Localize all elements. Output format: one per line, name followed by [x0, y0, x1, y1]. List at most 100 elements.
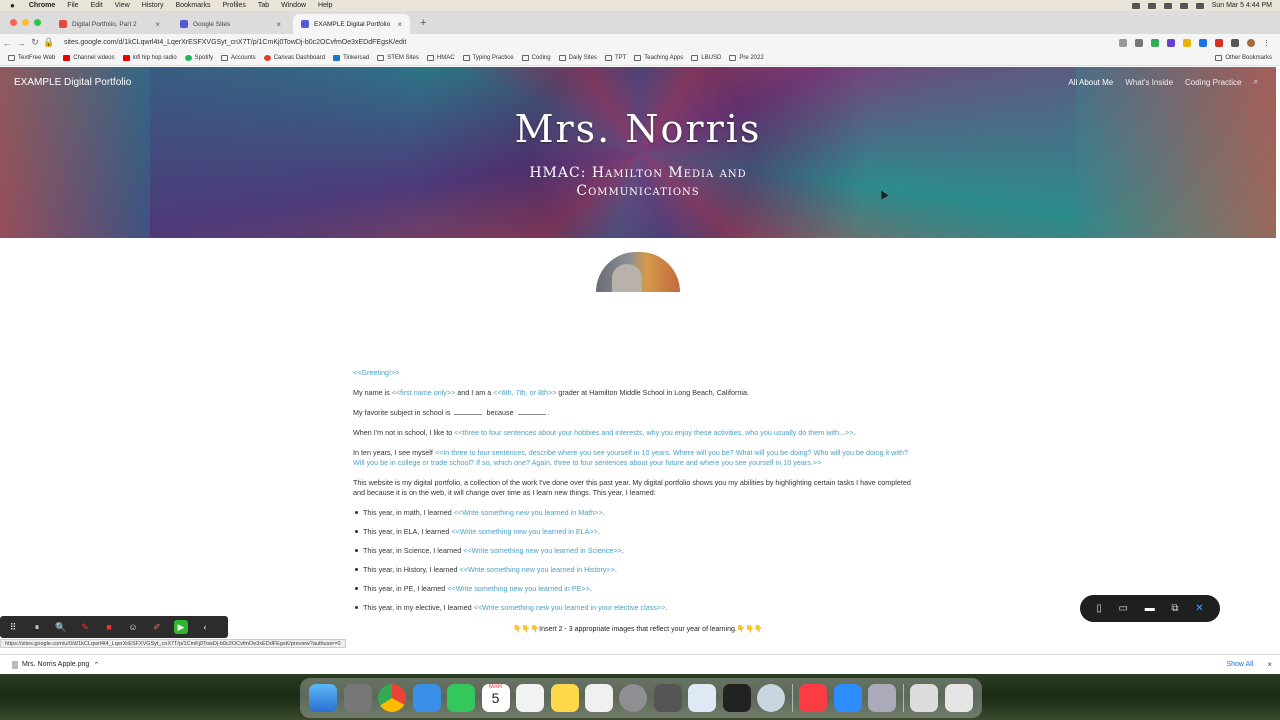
page-title[interactable]: Mrs. Norris [0, 107, 1276, 151]
share-icon[interactable] [1119, 38, 1127, 47]
menu-edit[interactable]: Edit [91, 2, 103, 9]
about-me-text-block[interactable]: <<Greeting!>> My name is <<first name on… [353, 368, 913, 622]
screenshot-icon[interactable] [757, 684, 786, 712]
bookmark-item[interactable]: Accounts [221, 55, 256, 61]
page-subtitle[interactable]: HMAC: Hamilton Media and Communications [0, 164, 1276, 200]
extension-icon[interactable] [1215, 38, 1223, 47]
chrome-icon[interactable] [378, 684, 407, 712]
battery-icon[interactable] [1131, 2, 1140, 9]
downloads-stack-icon[interactable] [910, 684, 939, 712]
stop-icon[interactable]: ■ [102, 620, 116, 634]
chevron-up-icon[interactable]: ⌃ [93, 661, 99, 669]
phone-view-icon[interactable]: ▯ [1096, 603, 1102, 614]
zoom-window-button[interactable] [34, 19, 41, 26]
calculator-icon[interactable] [653, 684, 682, 712]
profile-image[interactable] [596, 252, 680, 292]
screencastify-icon[interactable] [722, 684, 751, 712]
bookmark-folder[interactable]: HMAC [426, 55, 455, 61]
bookmark-item[interactable]: lofi hip hop radio [122, 55, 177, 61]
other-bookmarks-folder[interactable]: Other Bookmarks [1215, 55, 1272, 61]
desktop-view-icon[interactable]: ▬ [1145, 603, 1155, 614]
bookmark-folder[interactable]: STEM Sites [377, 55, 419, 61]
apple-icon[interactable]: ● [10, 1, 15, 10]
tab-digital-portfolio-part-2[interactable]: Digital Portfolio, Part 2 × [51, 14, 168, 34]
download-item[interactable]: Mrs. Norris Apple.png ⌃ [12, 660, 99, 669]
site-nav-whats-inside[interactable]: What's Inside [1125, 78, 1173, 87]
site-header-banner[interactable]: EXAMPLE Digital Portfolio All About Me W… [0, 67, 1276, 238]
profile-avatar[interactable] [1247, 38, 1255, 47]
close-window-button[interactable] [10, 19, 17, 26]
pause-icon[interactable]: ⏸ [30, 620, 44, 634]
highlighter-icon[interactable]: ✐ [150, 620, 164, 634]
menu-app-name[interactable]: Chrome [29, 2, 55, 9]
menu-bookmarks[interactable]: Bookmarks [175, 2, 210, 9]
start-icon[interactable]: ▶ [174, 620, 188, 634]
finder-icon[interactable] [309, 684, 338, 712]
music-icon[interactable] [799, 684, 828, 712]
address-bar[interactable]: sites.google.com/d/1kCLqwrl4t4_LqerXrESF… [64, 39, 1119, 46]
mail-icon[interactable] [412, 684, 441, 712]
drag-handle-icon[interactable]: ⠿ [6, 620, 20, 634]
menu-help[interactable]: Help [318, 2, 332, 9]
bluetooth-icon[interactable] [1163, 2, 1172, 9]
close-tab-icon[interactable]: × [276, 20, 281, 29]
bookmark-folder[interactable]: Daily Sites [558, 55, 597, 61]
trash-icon[interactable] [944, 684, 973, 712]
tab-google-sites[interactable]: Google Sites × [172, 14, 289, 34]
reminders-icon[interactable] [516, 684, 545, 712]
zoom-app-icon[interactable] [833, 684, 862, 712]
close-downloads-icon[interactable]: × [1267, 660, 1272, 669]
close-preview-icon[interactable]: ✕ [1195, 603, 1203, 614]
bookmark-folder[interactable]: Typing Practice [462, 55, 514, 61]
app-icon[interactable] [868, 684, 897, 712]
search-icon[interactable] [1179, 2, 1188, 9]
collapse-icon[interactable]: ‹ [198, 620, 212, 634]
notes-icon[interactable] [550, 684, 579, 712]
site-nav-all-about-me[interactable]: All About Me [1068, 78, 1113, 87]
bookmark-item[interactable]: Spotify [184, 55, 213, 61]
menu-history[interactable]: History [142, 2, 164, 9]
messages-icon[interactable] [447, 684, 476, 712]
bookmark-item[interactable]: Tinkercad [333, 55, 369, 61]
bookmark-item[interactable]: TextFree Web [8, 55, 55, 61]
zoom-icon[interactable]: 🔍 [54, 620, 68, 634]
freeform-icon[interactable] [584, 684, 613, 712]
wifi-icon[interactable] [1147, 2, 1156, 9]
extension-icon[interactable] [1199, 38, 1207, 47]
emoji-icon[interactable]: ☺ [126, 620, 140, 634]
open-new-window-icon[interactable]: ⧉ [1171, 603, 1178, 614]
insert-images-instruction[interactable]: 👇👇👇Insert 2 - 3 appropriate images that … [353, 625, 923, 633]
menu-view[interactable]: View [115, 2, 130, 9]
lock-icon[interactable]: 🔒 [42, 37, 56, 48]
calendar-icon[interactable]: MAR 5 [481, 684, 510, 712]
show-all-button[interactable]: Show All [1226, 661, 1253, 668]
bookmark-folder[interactable]: Pre 2022 [729, 55, 764, 61]
minimize-window-button[interactable] [22, 19, 29, 26]
back-arrow-icon[interactable]: ← [0, 38, 14, 48]
preview-icon[interactable] [688, 684, 717, 712]
search-icon[interactable]: ⌕ [1254, 77, 1258, 87]
site-brand[interactable]: EXAMPLE Digital Portfolio [14, 77, 131, 88]
bookmark-item[interactable]: Canvas Dashboard [263, 55, 325, 61]
bookmark-folder[interactable]: Coding [521, 55, 551, 61]
puzzle-icon[interactable] [1231, 38, 1239, 47]
close-tab-icon[interactable]: × [155, 20, 160, 29]
new-tab-button[interactable]: + [414, 17, 432, 34]
bookmark-folder[interactable]: Teaching Apps [634, 55, 683, 61]
tablet-view-icon[interactable]: ▭ [1119, 603, 1128, 614]
bookmark-star-icon[interactable] [1135, 38, 1143, 47]
more-menu-icon[interactable]: ⋮ [1263, 39, 1270, 47]
extension-icon[interactable] [1151, 38, 1159, 47]
pen-icon[interactable]: ✎ [78, 620, 92, 634]
menu-profiles[interactable]: Profiles [222, 2, 245, 9]
site-nav-coding-practice[interactable]: Coding Practice [1185, 78, 1241, 87]
tab-example-digital-portfolio[interactable]: EXAMPLE Digital Portfolio × [293, 14, 410, 34]
control-center-icon[interactable] [1195, 2, 1204, 9]
reload-icon[interactable]: ↻ [28, 37, 42, 48]
bookmark-folder[interactable]: TPT [604, 55, 626, 61]
launchpad-icon[interactable] [343, 684, 372, 712]
extension-icon[interactable] [1183, 38, 1191, 47]
menu-window[interactable]: Window [281, 2, 306, 9]
bookmark-item[interactable]: Channel videos [63, 55, 115, 61]
close-tab-icon[interactable]: × [397, 20, 402, 29]
